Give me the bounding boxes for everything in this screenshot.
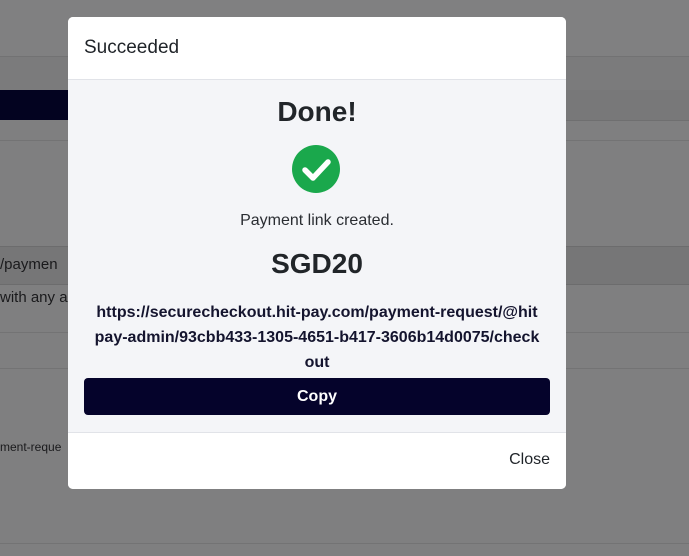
background-row-text-3: ment-reque: [0, 440, 62, 454]
modal-title: Succeeded: [84, 37, 180, 58]
background-right-band: [566, 90, 689, 121]
background-divider: [0, 543, 689, 544]
close-button[interactable]: Close: [509, 451, 550, 469]
modal-header: Succeeded: [68, 17, 566, 80]
background-row-text: /paymen: [0, 256, 58, 273]
done-heading: Done!: [277, 96, 357, 127]
modal-body: Done! Payment link created. SGD20 https:…: [68, 80, 566, 433]
check-circle-icon: [292, 145, 340, 193]
success-modal: Succeeded Done! Payment link created. SG…: [68, 17, 566, 489]
modal-footer: Close: [68, 433, 566, 489]
copy-button[interactable]: Copy: [84, 378, 550, 415]
status-message: Payment link created.: [240, 212, 394, 229]
background-dark-bar: [0, 90, 68, 120]
payment-link[interactable]: https://securecheckout.hit-pay.com/payme…: [92, 300, 542, 375]
background-row-text-2: with any a: [0, 289, 68, 306]
payment-amount: SGD20: [271, 248, 363, 279]
